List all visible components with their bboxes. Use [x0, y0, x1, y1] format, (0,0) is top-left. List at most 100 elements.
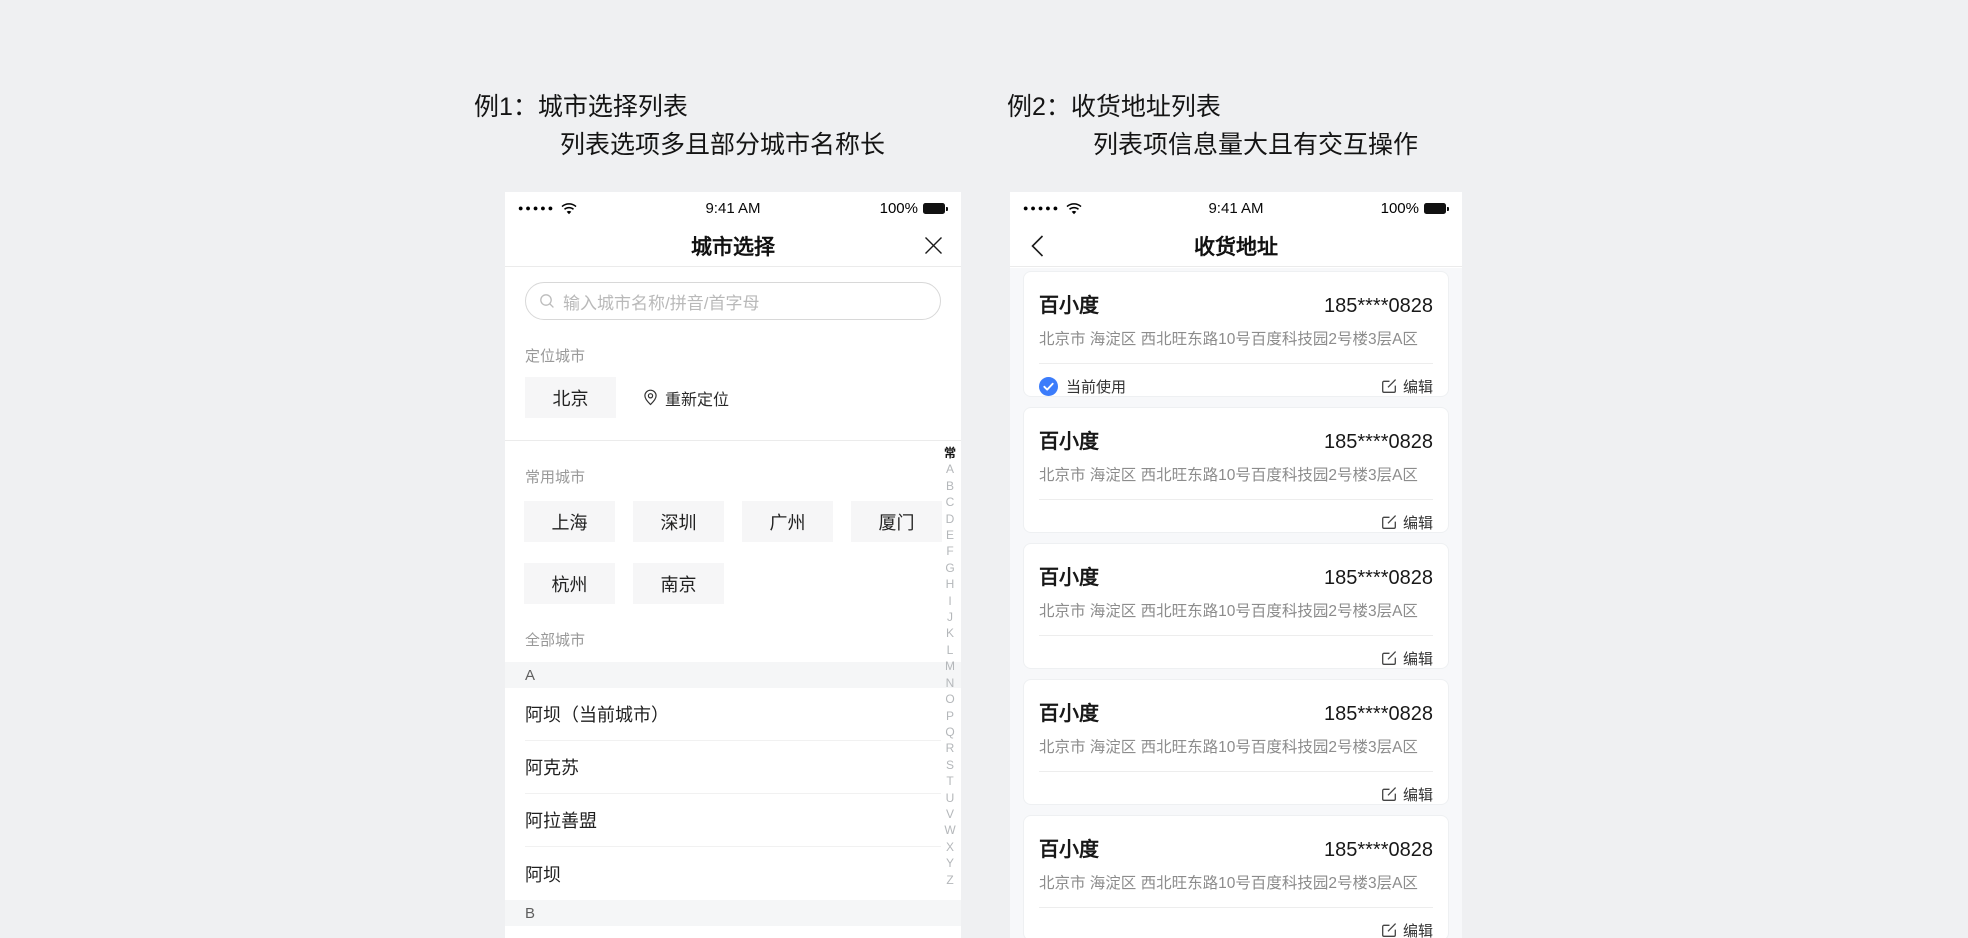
- page-title: 城市选择: [691, 231, 775, 261]
- index-letter[interactable]: V: [946, 806, 954, 822]
- edit-button[interactable]: 编辑: [1381, 512, 1433, 533]
- index-letter[interactable]: A: [946, 461, 954, 477]
- example2-caption: 例2：收货地址列表 列表项信息量大且有交互操作: [1007, 88, 1418, 164]
- current-use-badge: 当前使用: [1039, 376, 1126, 397]
- index-letter[interactable]: S: [946, 757, 954, 773]
- recipient-phone: 185****0828: [1324, 431, 1433, 454]
- edit-icon: [1381, 650, 1397, 666]
- recipient-phone: 185****0828: [1324, 567, 1433, 590]
- status-time: 9:41 AM: [1153, 200, 1319, 217]
- example2-subtitle: 列表项信息量大且有交互操作: [1007, 126, 1418, 164]
- edit-button[interactable]: 编辑: [1381, 376, 1433, 397]
- index-letter[interactable]: G: [945, 560, 954, 576]
- edit-button[interactable]: 编辑: [1381, 784, 1433, 805]
- located-city-button[interactable]: 北京: [525, 377, 616, 418]
- edit-label: 编辑: [1403, 512, 1433, 533]
- signal-dots-icon: ●●●●●: [1023, 204, 1060, 213]
- index-letter[interactable]: E: [946, 527, 954, 543]
- address-card[interactable]: 百小度185****0828 北京市 海淀区 西北旺东路10号百度科技园2号楼3层…: [1023, 815, 1449, 938]
- city-section-rows: 阿坝（当前城市）阿克苏阿拉善盟阿坝: [505, 688, 961, 900]
- address-card-top: 百小度185****0828: [1039, 272, 1433, 318]
- edit-label: 编辑: [1403, 648, 1433, 669]
- address-card-top: 百小度 185****0828: [1039, 408, 1433, 454]
- common-city-button[interactable]: 深圳: [633, 501, 724, 542]
- common-city-button[interactable]: 南京: [633, 563, 724, 604]
- city-list-item[interactable]: 阿坝: [525, 847, 941, 900]
- check-circle-icon: [1039, 377, 1058, 396]
- recipient-phone: 185****0828: [1324, 295, 1433, 318]
- recipient-phone: 185****0828: [1324, 839, 1433, 862]
- index-letter[interactable]: X: [946, 839, 954, 855]
- recipient-address: 北京市 海淀区 西北旺东路10号百度科技园2号楼3层A区: [1039, 735, 1433, 757]
- address-card-top: 百小度 185****0828: [1039, 544, 1433, 590]
- common-city-button[interactable]: 广州: [742, 501, 833, 542]
- city-list-item[interactable]: 阿克苏: [525, 741, 941, 794]
- index-letter[interactable]: Q: [945, 724, 954, 740]
- index-letter[interactable]: H: [946, 576, 955, 592]
- index-letter[interactable]: W: [944, 822, 955, 838]
- address-card-top: 百小度185****0828: [1039, 680, 1433, 726]
- index-letter[interactable]: C: [946, 494, 955, 510]
- index-letter[interactable]: J: [947, 609, 953, 625]
- city-section-header: B: [505, 900, 961, 926]
- index-letter[interactable]: F: [946, 543, 953, 559]
- edit-icon: [1381, 922, 1397, 938]
- location-pin-icon: [643, 389, 658, 406]
- index-letter[interactable]: I: [948, 593, 951, 609]
- alphabet-index-rail[interactable]: 常ABCDEFGHIJKLMNOPQRSTUVWXYZ: [942, 445, 958, 888]
- index-letter[interactable]: P: [946, 708, 954, 724]
- address-card[interactable]: 百小度185****0828北京市 海淀区 西北旺东路10号百度科技园2号楼3层…: [1023, 543, 1449, 669]
- edit-icon: [1381, 514, 1397, 530]
- city-picker-navbar: 城市选择: [505, 225, 961, 267]
- address-card[interactable]: 百小度185****0828 北京市 海淀区 西北旺东路10号百度科技园2号楼3层…: [1023, 679, 1449, 805]
- index-letter[interactable]: U: [946, 790, 955, 806]
- wifi-icon: [561, 203, 577, 215]
- back-chevron-icon[interactable]: [1031, 235, 1044, 257]
- index-letter[interactable]: T: [946, 773, 953, 789]
- relocate-button[interactable]: 重新定位: [643, 386, 729, 410]
- index-letter[interactable]: N: [946, 675, 955, 691]
- relocate-label: 重新定位: [665, 386, 729, 410]
- index-letter[interactable]: R: [946, 740, 955, 756]
- index-letter[interactable]: L: [947, 642, 954, 658]
- recipient-name: 百小度: [1039, 425, 1099, 454]
- address-card[interactable]: 百小度185****0828北京市 海淀区 西北旺东路10号百度科技园2号楼3层…: [1023, 271, 1449, 397]
- close-icon[interactable]: [923, 235, 944, 256]
- address-card-footer: 编辑: [1039, 500, 1433, 544]
- index-letter[interactable]: K: [946, 625, 954, 641]
- city-section-rows: 北京（定位城市）: [505, 926, 961, 938]
- city-list-item[interactable]: 阿坝（当前城市）: [525, 688, 941, 741]
- edit-label: 编辑: [1403, 376, 1433, 397]
- index-letter[interactable]: Y: [946, 855, 954, 871]
- example1-caption: 例1：城市选择列表 列表选项多且部分城市名称长: [474, 88, 885, 164]
- index-letter[interactable]: D: [946, 511, 955, 527]
- index-letter[interactable]: 常: [944, 445, 956, 461]
- city-list-item[interactable]: 北京（定位城市）: [525, 926, 941, 938]
- example2-title: 例2：收货地址列表: [1007, 88, 1418, 126]
- index-letter[interactable]: O: [945, 691, 954, 707]
- recipient-name: 百小度: [1039, 697, 1099, 726]
- address-card[interactable]: 百小度185****0828北京市 海淀区 西北旺东路10号百度科技园2号楼3层…: [1023, 407, 1449, 533]
- common-city-grid: 上海深圳广州厦门杭州南京: [524, 501, 942, 604]
- address-card-top: 百小度185****0828: [1039, 816, 1433, 862]
- common-city-button[interactable]: 厦门: [851, 501, 942, 542]
- city-picker-screen: ●●●●● 9:41 AM 100% 城市选择 输入城市名称/拼音/首字母 定位…: [505, 192, 961, 938]
- common-city-button[interactable]: 上海: [524, 501, 615, 542]
- signal-dots-icon: ●●●●●: [518, 204, 555, 213]
- city-list-item[interactable]: 阿拉善盟: [525, 794, 941, 847]
- edit-button[interactable]: 编辑: [1381, 648, 1433, 669]
- index-letter[interactable]: Z: [946, 872, 953, 888]
- edit-button[interactable]: 编辑: [1381, 920, 1433, 938]
- recipient-address: 北京市 海淀区 西北旺东路10号百度科技园2号楼3层A区: [1039, 871, 1433, 893]
- edit-icon: [1381, 378, 1397, 394]
- city-search-input[interactable]: 输入城市名称/拼音/首字母: [525, 282, 941, 320]
- common-cities-label: 常用城市: [525, 466, 941, 487]
- index-letter[interactable]: B: [946, 478, 954, 494]
- status-time: 9:41 AM: [648, 200, 818, 217]
- recipient-name: 百小度: [1039, 561, 1099, 590]
- search-icon: [539, 293, 555, 309]
- address-card-footer: 编辑: [1039, 636, 1433, 680]
- current-use-label: 当前使用: [1066, 376, 1126, 397]
- index-letter[interactable]: M: [945, 658, 955, 674]
- common-city-button[interactable]: 杭州: [524, 563, 615, 604]
